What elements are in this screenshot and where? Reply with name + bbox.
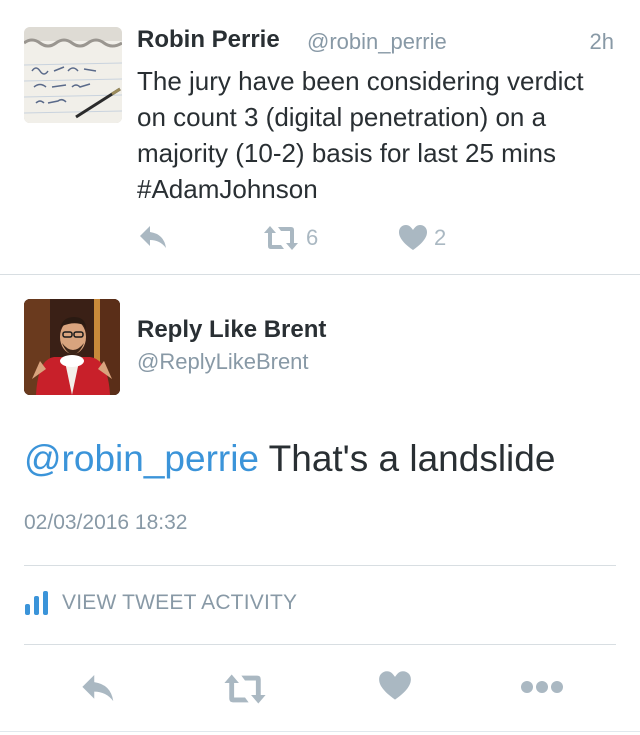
robin-perrie-avatar[interactable] [24, 27, 122, 123]
more-button[interactable] [520, 680, 564, 694]
like-count: 2 [434, 225, 447, 250]
man-in-red-costume-photo [24, 299, 120, 395]
reply-like-brent-name[interactable]: Reply Like Brent [137, 316, 326, 344]
divider [0, 731, 640, 732]
reply-icon [140, 226, 166, 248]
tweet-relative-time: 2h [589, 29, 614, 54]
like-button[interactable] [378, 670, 412, 702]
divider [24, 565, 616, 566]
tweet-robin-perrie[interactable]: Robin Perrie @robin_perrie 2h The jury h… [0, 0, 640, 274]
like-button[interactable]: 2 [398, 224, 446, 252]
divider [24, 644, 616, 645]
tweet-actions: 6 2 [0, 222, 640, 256]
retweet-button[interactable]: 6 [262, 224, 318, 252]
retweet-button[interactable] [222, 672, 268, 706]
main-tweet-body: That's a landslide [268, 438, 556, 479]
more-dots-icon [521, 681, 563, 693]
divider [0, 274, 640, 275]
heart-icon [379, 671, 411, 700]
reply-like-brent-avatar[interactable] [24, 299, 120, 395]
robin-perrie-handle[interactable]: @robin_perrie [307, 29, 447, 55]
robin-perrie-name[interactable]: Robin Perrie [137, 26, 280, 54]
tweet-action-bar [0, 668, 640, 708]
retweet-icon [264, 226, 298, 250]
tweet-timestamp: 02/03/2016 18:32 [24, 511, 188, 534]
reply-button[interactable] [138, 224, 170, 250]
retweet-icon [224, 674, 266, 704]
bar-chart-icon [25, 591, 48, 615]
robin-perrie-tweet-text: The jury have been considering verdict o… [137, 66, 584, 204]
main-tweet-text: @robin_perrie That's a landslide [24, 438, 555, 480]
view-tweet-activity-label: VIEW TWEET ACTIVITY [62, 591, 298, 614]
reply-button[interactable] [80, 672, 118, 704]
retweet-count: 6 [306, 225, 319, 250]
reply-like-brent-handle[interactable]: @ReplyLikeBrent [137, 349, 309, 375]
mention-link[interactable]: @robin_perrie [24, 438, 259, 479]
reply-icon [82, 674, 114, 702]
view-tweet-activity-button[interactable]: VIEW TWEET ACTIVITY [24, 590, 297, 616]
heart-icon [399, 225, 427, 250]
notepad-photo [24, 27, 122, 123]
